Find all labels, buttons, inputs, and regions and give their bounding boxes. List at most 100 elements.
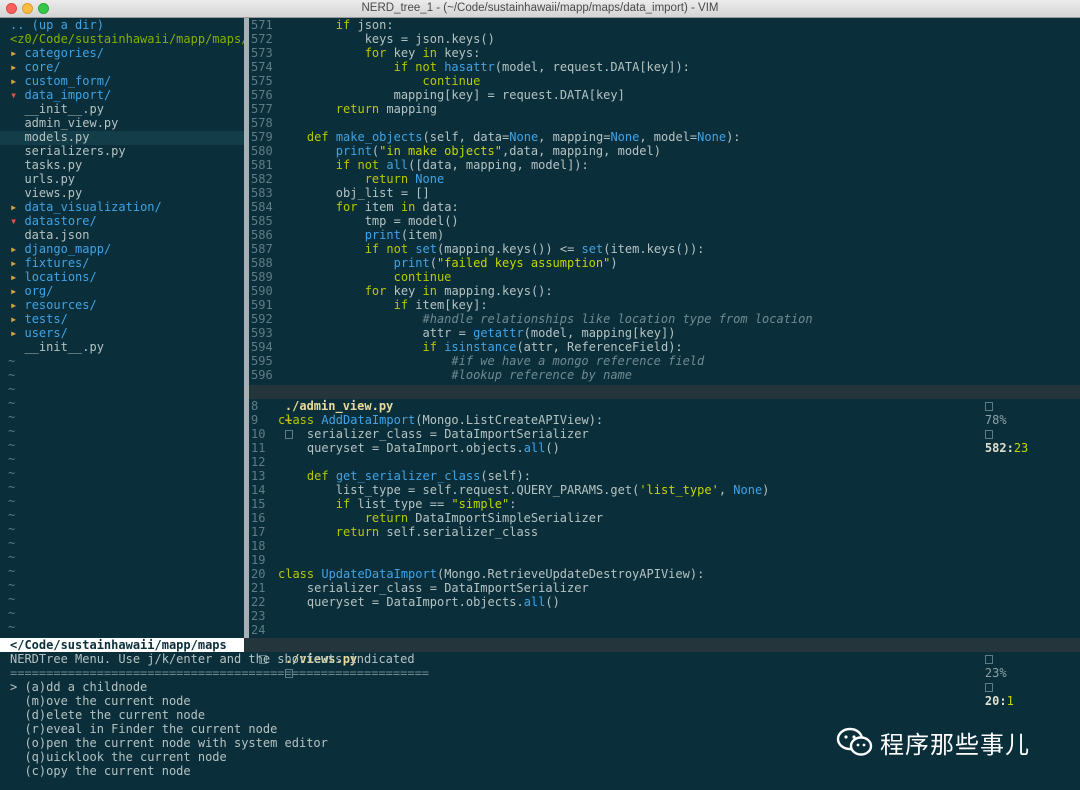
code-line[interactable]: for key in mapping.keys(): <box>278 284 553 298</box>
tree-item[interactable]: data.json <box>10 228 89 242</box>
code-line[interactable]: print(item) <box>278 228 445 242</box>
code-line[interactable]: class UpdateDataImport(Mongo.RetrieveUpd… <box>278 567 704 581</box>
collapsed-arrow-icon: ▸ <box>10 256 18 270</box>
code-token: ()) <= <box>530 242 582 256</box>
tree-item[interactable]: ▾ data_import/ <box>10 88 111 102</box>
code-line[interactable]: #lookup reference by name <box>278 368 632 382</box>
menu-item[interactable]: (q)uicklook the current node <box>10 750 226 764</box>
code-keyword: if <box>335 497 351 511</box>
watermark-text: 程序那些事儿 <box>880 730 1030 759</box>
tree-item[interactable]: ▸ resources/ <box>10 298 97 312</box>
tree-item[interactable]: ▸ django_mapp/ <box>10 242 111 256</box>
menu-item[interactable]: (m)ove the current node <box>10 694 190 708</box>
tree-item[interactable]: serializers.py <box>10 144 125 158</box>
code-line[interactable]: if json: <box>278 18 394 32</box>
code-definition-name: UpdateDataImport <box>321 567 437 581</box>
code-token: model <box>502 60 539 74</box>
code-line[interactable]: if isinstance(attr, ReferenceField): <box>278 340 683 354</box>
code-token: serializer_class <box>306 427 423 441</box>
tree-item[interactable]: ▸ categories/ <box>10 46 104 60</box>
code-line[interactable]: if not all([data, mapping, model]): <box>278 158 589 172</box>
line-number: 584 <box>251 200 273 214</box>
code-line[interactable]: return self.serializer_class <box>278 525 538 539</box>
code-line[interactable]: return None <box>278 172 445 186</box>
code-line[interactable]: serializer_class = DataImportSerializer <box>278 581 589 595</box>
expanded-arrow-icon: ▾ <box>10 88 18 102</box>
code-line[interactable]: continue <box>278 74 481 88</box>
tree-up-dir[interactable]: .. (up a dir) <box>10 18 104 32</box>
tree-dir-label: users/ <box>24 326 68 340</box>
code-line[interactable]: if list_type == "simple": <box>278 497 517 511</box>
code-line[interactable]: obj_list = [] <box>278 186 430 200</box>
code-line[interactable]: list_type = self.request.QUERY_PARAMS.ge… <box>278 483 770 497</box>
code-line[interactable]: queryset = DataImport.objects.all() <box>278 595 560 609</box>
tree-item[interactable]: ▸ data_visualization/ <box>10 200 162 214</box>
line-number: 22 <box>251 595 266 609</box>
code-keyword: not <box>386 242 409 256</box>
tree-root-path[interactable]: <z0/Code/sustainhawaii/mapp/maps/ <box>10 32 248 46</box>
code-line[interactable]: #handle relationships like location type… <box>278 312 813 326</box>
tree-item[interactable]: __init__.py <box>10 340 103 354</box>
tree-item[interactable]: __init__.py <box>10 102 103 116</box>
tree-item[interactable]: admin_view.py <box>10 116 118 130</box>
tree-item[interactable]: models.py <box>10 130 89 144</box>
code-line[interactable]: if not set(mapping.keys()) <= set(item.k… <box>278 242 705 256</box>
tree-file-label: admin_view.py <box>24 116 119 130</box>
code-line[interactable]: class AddDataImport(Mongo.ListCreateAPIV… <box>278 413 603 427</box>
code-token: keys <box>502 242 531 256</box>
tree-item[interactable]: ▾ datastore/ <box>10 214 97 228</box>
code-line[interactable]: if not hasattr(model, request.DATA[key])… <box>278 60 690 74</box>
code-token: model <box>408 214 445 228</box>
tree-item[interactable]: ▸ custom_form/ <box>10 74 111 88</box>
code-token: ReferenceField <box>567 340 669 354</box>
tree-item[interactable]: ▸ tests/ <box>10 312 68 326</box>
menu-item[interactable]: (c)opy the current node <box>10 764 190 778</box>
code-line[interactable]: def make_objects(self, data=None, mappin… <box>278 130 741 144</box>
code-token: json <box>415 32 445 46</box>
code-line[interactable]: for item in data: <box>278 200 459 214</box>
code-token: item <box>610 242 640 256</box>
expanded-arrow-icon: ▾ <box>10 214 18 228</box>
menu-item[interactable]: (o)pen the current node with system edit… <box>10 736 327 750</box>
code-line[interactable]: #if we have a mongo reference field <box>278 354 704 368</box>
code-line[interactable]: mapping[key] = request.DATA[key] <box>278 88 625 102</box>
code-line[interactable]: for key in keys: <box>278 46 481 60</box>
line-number: 583 <box>251 186 273 200</box>
tree-item[interactable]: tasks.py <box>10 158 82 172</box>
code-line[interactable]: def get_serializer_class(self): <box>278 469 531 483</box>
line-number: 10 <box>251 427 266 441</box>
code-token: ) <box>762 483 770 497</box>
code-token: : <box>386 18 394 32</box>
code-line[interactable]: print("in make objects",data, mapping, m… <box>278 144 661 158</box>
code-line[interactable]: if item[key]: <box>278 298 488 312</box>
collapsed-arrow-icon: ▸ <box>10 284 18 298</box>
tree-item[interactable]: ▸ core/ <box>10 60 61 74</box>
code-keyword: continue <box>422 74 481 88</box>
tree-item[interactable]: ▸ locations/ <box>10 270 97 284</box>
menu-item[interactable]: (d)elete the current node <box>10 708 205 722</box>
tree-item[interactable]: urls.py <box>10 172 75 186</box>
tree-item[interactable]: ▸ org/ <box>10 284 53 298</box>
code-line[interactable]: attr = getattr(model, mapping[key]) <box>278 326 676 340</box>
code-line[interactable]: tmp = model() <box>278 214 459 228</box>
code-line[interactable]: queryset = DataImport.objects.all() <box>278 441 560 455</box>
code-token: ]): <box>567 158 589 172</box>
code-line[interactable]: continue <box>278 270 452 284</box>
code-line[interactable]: print("failed keys assumption") <box>278 256 618 270</box>
code-token: ] <box>617 88 625 102</box>
menu-item[interactable]: > (a)dd a childnode <box>10 680 147 694</box>
code-line[interactable]: keys = json.keys() <box>278 32 495 46</box>
tree-item[interactable]: ▸ users/ <box>10 326 68 340</box>
collapsed-arrow-icon: ▸ <box>10 60 18 74</box>
code-line[interactable]: return DataImportSimpleSerializer <box>278 511 603 525</box>
tree-item[interactable]: ▸ fixtures/ <box>10 256 90 270</box>
vim-window: NERD_tree_1 - (~/Code/sustainhawaii/mapp… <box>0 0 1080 790</box>
vertical-split-divider[interactable] <box>244 18 249 638</box>
menu-item[interactable]: (r)eveal in Finder the current node <box>10 722 277 736</box>
tree-item[interactable]: views.py <box>10 186 82 200</box>
code-line[interactable]: return mapping <box>278 102 437 116</box>
code-line[interactable]: serializer_class = DataImportSerializer <box>278 427 589 441</box>
code-token: , <box>458 130 474 144</box>
code-string: "in make objects" <box>379 144 502 158</box>
